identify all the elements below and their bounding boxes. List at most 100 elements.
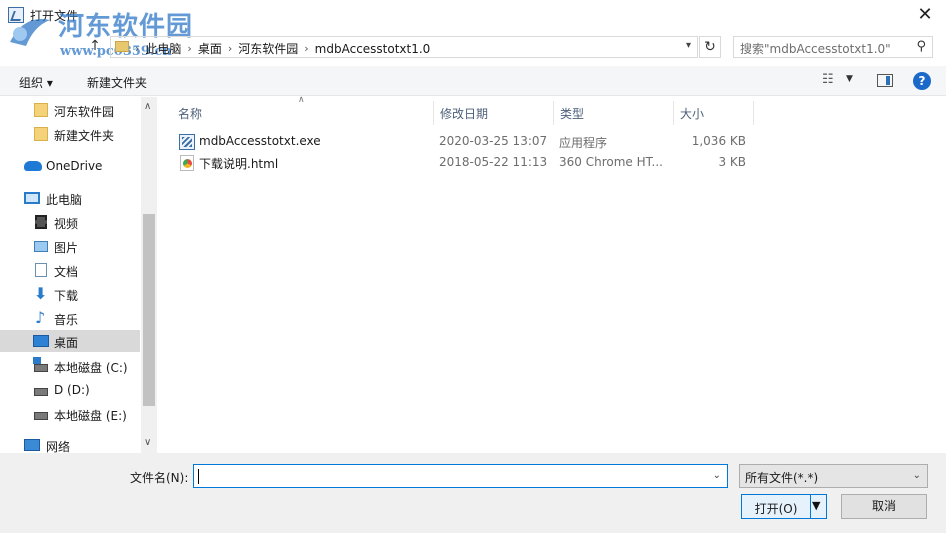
downloads-icon: ⬇ [34,284,48,303]
video-icon [35,215,47,229]
breadcrumb: › 此电脑 › 桌面 › 河东软件园 › mdbAccesstotxt1.0 [135,40,436,57]
search-icon: ⚲ [916,39,926,54]
breadcrumb-item[interactable]: mdbAccesstotxt1.0 [309,42,437,56]
file-type: 360 Chrome HT... [559,155,663,169]
dialog-footer: 文件名(N): ⌄ 所有文件(*.*) ⌄ 打开(O) ▼ 取消 [0,453,946,533]
navigation-pane: 河东软件园 新建文件夹 OneDrive 此电脑 视频 图片 文档 ⬇ 下载 ♪… [0,97,157,453]
chevron-down-icon[interactable]: ⌄ [913,470,921,481]
split-divider [810,495,811,518]
chevron-down-icon[interactable]: ▼ [846,74,853,84]
filename-label: 文件名(N): [130,471,189,485]
this-pc-icon [24,192,40,204]
chevron-down-icon[interactable]: ▾ [686,40,691,51]
column-header-type[interactable]: 类型 [554,101,674,125]
chevron-down-icon[interactable]: ⌄ [713,470,721,481]
open-button[interactable]: 打开(O) ▼ [741,494,827,519]
nav-item-label: 视频 [54,217,79,231]
column-header-date[interactable]: 修改日期 [434,101,554,125]
file-date: 2020-03-25 13:07 [439,134,548,148]
chevron-up-icon[interactable]: ∧ [144,101,151,112]
column-header-name[interactable]: 名称 [172,101,434,125]
caret-down-icon[interactable]: ▼ [812,499,820,512]
nav-item-label: 河东软件园 [54,105,115,119]
scroll-thumb[interactable] [143,214,155,406]
desktop-icon [33,335,49,347]
nav-item-label: 音乐 [54,313,79,327]
nav-item-onedrive[interactable]: OneDrive [0,155,140,177]
html-icon [180,155,194,171]
search-placeholder: 搜索"mdbAccesstotxt1.0" [740,42,891,56]
folder-icon [115,41,129,52]
file-size: 1,036 KB [691,134,746,148]
preview-pane-icon[interactable] [877,74,893,87]
help-icon[interactable]: ? [913,72,931,90]
file-list: ∧ 名称 修改日期 类型 大小 mdbAccesstotxt.exe 2020-… [158,95,946,453]
file-date: 2018-05-22 11:13 [439,155,548,169]
nav-item-label: D (D:) [54,383,90,397]
open-button-label: 打开(O) [754,502,798,516]
nav-item-label: 桌面 [54,336,79,350]
nav-item-network[interactable]: 网络 [0,434,140,453]
pictures-icon [34,241,48,252]
file-name: mdbAccesstotxt.exe [199,134,321,148]
address-row: ↑ › 此电脑 › 桌面 › 河东软件园 › mdbAccesstotxt1.0… [0,34,946,62]
chevron-down-icon[interactable]: ∨ [144,437,151,448]
nav-scrollbar[interactable]: ∧ ∨ [141,97,157,453]
file-type: 应用程序 [559,136,608,150]
nav-item-drive-d[interactable]: D (D:) [0,379,140,401]
file-row[interactable]: mdbAccesstotxt.exe 2020-03-25 13:07 应用程序… [174,132,754,152]
drive-c-icon [33,357,48,372]
nav-item-this-pc[interactable]: 此电脑 [0,187,140,209]
nav-item-pictures[interactable]: 图片 [0,235,140,257]
file-row[interactable]: 下载说明.html 2018-05-22 11:13 360 Chrome HT… [174,153,754,173]
file-type-value: 所有文件(*.*) [745,471,819,485]
folder-icon [34,103,48,117]
title-bar: 打开文件 河东软件园 www.pc0359.cn ✕ [0,0,946,59]
breadcrumb-item[interactable]: 此电脑 [139,40,187,57]
nav-item-label: 下载 [54,289,79,303]
new-folder-button[interactable]: 新建文件夹 [87,74,147,91]
cancel-button[interactable]: 取消 [841,494,927,519]
nav-item-label: 文档 [54,265,79,279]
drive-icon [34,412,48,420]
drive-icon [34,388,48,396]
file-name: 下载说明.html [199,157,279,171]
documents-icon [35,263,47,277]
music-icon: ♪ [35,308,46,327]
nav-item-desktop[interactable]: 桌面 [0,330,140,352]
nav-item-new-folder[interactable]: 新建文件夹 [0,123,140,145]
nav-item-drive-e[interactable]: 本地磁盘 (E:) [0,403,140,425]
file-type-select[interactable]: 所有文件(*.*) ⌄ [739,464,928,488]
nav-item-label: 此电脑 [46,193,83,207]
address-bar[interactable]: › 此电脑 › 桌面 › 河东软件园 › mdbAccesstotxt1.0 ▾ [110,36,698,58]
network-icon [24,439,40,451]
filename-input[interactable]: ⌄ [193,464,728,488]
view-options-icon[interactable]: ☷ [822,72,840,88]
nav-item-label: 本地磁盘 (C:) [54,361,128,375]
nav-item-drive-c[interactable]: 本地磁盘 (C:) [0,355,140,377]
nav-item-label: 新建文件夹 [54,129,115,143]
nav-item-hedong[interactable]: 河东软件园 [0,99,140,121]
nav-item-downloads[interactable]: ⬇ 下载 [0,283,140,305]
organize-button[interactable]: 组织 ▾ [19,74,53,91]
command-bar: 组织 ▾ 新建文件夹 ☷ ▼ ? [0,66,946,96]
column-header-size[interactable]: 大小 [674,101,754,125]
close-button[interactable]: ✕ [914,4,936,26]
nav-item-music[interactable]: ♪ 音乐 [0,307,140,329]
exe-icon [179,134,195,150]
file-size: 3 KB [718,155,746,169]
text-caret [198,469,199,484]
nav-item-label: 网络 [46,440,71,453]
refresh-button[interactable]: ↻ [699,36,721,58]
folder-icon [34,127,48,141]
breadcrumb-item[interactable]: 河东软件园 [232,40,304,57]
nav-item-label: OneDrive [46,159,103,173]
nav-item-videos[interactable]: 视频 [0,211,140,233]
nav-item-documents[interactable]: 文档 [0,259,140,281]
breadcrumb-item[interactable]: 桌面 [192,40,228,57]
nav-item-label: 本地磁盘 (E:) [54,409,127,423]
nav-item-label: 图片 [54,241,79,255]
onedrive-icon [24,161,42,171]
search-input[interactable]: 搜索"mdbAccesstotxt1.0" ⚲ [733,36,933,58]
up-arrow-icon[interactable]: ↑ [86,38,104,56]
